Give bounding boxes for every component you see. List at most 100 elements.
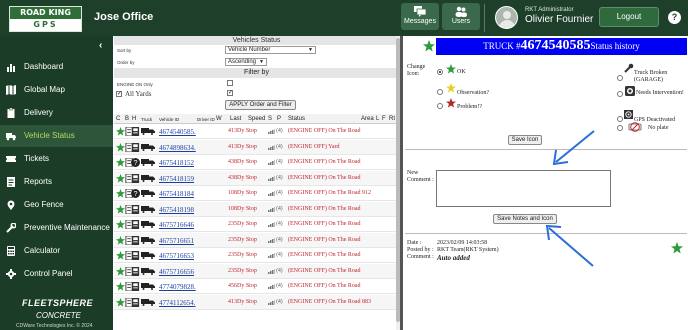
icon-option-ok-radio[interactable] xyxy=(437,69,443,75)
sidebar-item-delivery[interactable]: Delivery xyxy=(0,102,113,124)
vehicle-id-link[interactable]: 4674898634. xyxy=(159,144,196,152)
sidebar-item-vehicle-status[interactable]: Vehicle Status xyxy=(0,125,113,147)
col-h[interactable]: H xyxy=(132,116,136,122)
save-icon-button[interactable]: Save Icon xyxy=(508,135,542,145)
sidebar-item-control-panel[interactable]: Control Panel xyxy=(0,263,113,285)
col-f[interactable]: F xyxy=(382,116,386,122)
col-c[interactable]: C xyxy=(116,116,120,122)
avatar[interactable] xyxy=(495,6,518,29)
sidebar-item-tickets[interactable]: Tickets xyxy=(0,148,113,170)
table-row[interactable]: 4674540585. 413Dy Stop (4) (ENGINE OFF) On … xyxy=(114,124,399,139)
vehicle-id-link[interactable]: 4675716656 xyxy=(159,268,194,276)
col-w[interactable]: W xyxy=(216,116,222,122)
sidebar-item-preventive-maintenance[interactable]: Preventive Maintenance xyxy=(0,217,113,239)
icon-option-broken-radio[interactable] xyxy=(617,75,623,81)
sort-by-label: Sort by xyxy=(117,48,132,53)
col-l[interactable]: L xyxy=(376,116,379,122)
vehicle-status-text: (ENGINE OFF) On The Road xyxy=(288,205,361,212)
vehicle-id[interactable]: 4674540585 xyxy=(159,128,194,136)
sidebar-item-geo-fence[interactable]: Geo Fence xyxy=(0,194,113,216)
chevron-down-icon: ▼ xyxy=(259,59,264,65)
vehicle-id-link[interactable]: 4675418152 xyxy=(159,159,194,167)
icon-option-gps-radio[interactable] xyxy=(617,116,623,122)
vehicle-id[interactable]: 4675716656 xyxy=(159,268,194,276)
new-comment-textarea[interactable] xyxy=(436,170,611,207)
vehicle-id[interactable]: 4675418152 xyxy=(159,159,194,167)
vehicle-id[interactable]: 4675716653 xyxy=(159,252,194,260)
vehicle-id-link[interactable]: 4774079828. xyxy=(159,283,196,291)
users-button[interactable]: Users xyxy=(442,3,480,30)
vehicle-id[interactable]: 4774079828 xyxy=(159,283,194,291)
col-status[interactable]: Status xyxy=(288,116,305,122)
green-star-icon[interactable] xyxy=(116,297,125,307)
green-star-icon[interactable] xyxy=(116,235,125,245)
vehicle-id-link[interactable]: 4675418184 xyxy=(159,190,194,198)
green-star-icon[interactable] xyxy=(116,282,125,291)
vehicle-id-link[interactable]: 4675716646 xyxy=(159,221,194,229)
table-row[interactable]: 4675716656 235Dy Stop (4) (ENGINE OFF) On T… xyxy=(114,263,399,279)
vehicle-id-link[interactable]: 4675716653 xyxy=(159,252,194,260)
icon-option-problem-radio[interactable] xyxy=(437,103,443,109)
green-star-icon[interactable] xyxy=(116,173,125,183)
col-truck[interactable]: Truck xyxy=(141,117,152,122)
help-icon[interactable]: ? xyxy=(668,11,681,24)
vehicle-id[interactable]: 4675418159 xyxy=(159,175,194,183)
all-yards-checkbox[interactable] xyxy=(116,90,122,97)
table-row[interactable]: 4774112654. 413Dy Stop (4) (ENGINE OFF) On … xyxy=(114,294,399,310)
green-star-icon[interactable] xyxy=(116,251,125,260)
vehicle-id-link[interactable]: 4675716651 xyxy=(159,237,194,245)
col-last[interactable]: Last xyxy=(230,116,241,122)
green-star-icon[interactable] xyxy=(116,158,125,167)
icon-option-intervention-radio[interactable] xyxy=(617,91,623,97)
table-row[interactable]: 4774079828. 456Dy Stop (4) (ENGINE OFF) On … xyxy=(114,279,399,294)
green-star-icon[interactable] xyxy=(116,127,125,136)
green-star-icon[interactable] xyxy=(116,189,125,198)
col-vehicle-id[interactable]: Vehicle ID xyxy=(159,117,179,122)
vehicle-id[interactable]: 4675716646 xyxy=(159,221,194,229)
vehicle-id-link[interactable]: 4675418198 xyxy=(159,206,194,214)
messages-button[interactable]: Messages xyxy=(401,3,439,30)
table-row[interactable]: ? 4675418184 108Dy Stop (4) (ENGINE OFF) On … xyxy=(114,186,399,201)
col-area[interactable]: Area xyxy=(361,116,374,122)
col-driver-id[interactable]: Driver ID xyxy=(197,117,215,122)
green-star-icon[interactable] xyxy=(116,142,125,152)
green-star-icon[interactable] xyxy=(116,266,125,276)
sort-by-select[interactable]: Vehicle Number ▼ xyxy=(225,46,316,54)
table-row[interactable]: ? 4675418152 438Dy Stop (4) (ENGINE OFF) On … xyxy=(114,155,399,170)
table-row[interactable]: 4674898634. 413Dy Stop (4) (ENGINE OFF) Yar… xyxy=(114,139,399,155)
table-row[interactable]: 4675716653 235Dy Stop (4) (ENGINE OFF) On T… xyxy=(114,248,399,263)
col-rt[interactable]: Rt xyxy=(389,116,395,122)
road-king-logo[interactable]: ROAD KING GPS xyxy=(9,6,82,32)
green-star-icon[interactable] xyxy=(116,204,125,214)
icon-option-no-plate-radio[interactable] xyxy=(617,125,623,131)
sidebar-item-reports[interactable]: Reports xyxy=(0,171,113,193)
col-p[interactable]: P xyxy=(277,116,281,122)
apply-order-filter-button[interactable]: APPLY Order and Filter xyxy=(225,100,296,110)
sidebar-item-calculator[interactable]: Calculator xyxy=(0,240,113,262)
engine-on-checkbox[interactable] xyxy=(227,80,233,86)
order-by-select[interactable]: Ascending ▼ xyxy=(225,58,267,66)
vehicle-id[interactable]: 4675716651 xyxy=(159,237,194,245)
sidebar-item-dashboard[interactable]: Dashboard xyxy=(0,56,113,78)
table-row[interactable]: 4675716646 235Dy Stop (4) (ENGINE OFF) On T… xyxy=(114,217,399,232)
table-row[interactable]: 4675716651 235Dy Stop (4) (ENGINE OFF) On T… xyxy=(114,232,399,248)
vehicle-id-link[interactable]: 4675418159 xyxy=(159,175,194,183)
vehicle-id[interactable]: 4674898634 xyxy=(159,144,194,152)
vehicle-id[interactable]: 4675418198 xyxy=(159,206,194,214)
vehicle-id-link[interactable]: 4774112654. xyxy=(159,299,196,307)
collapse-sidebar-icon[interactable]: ‹ xyxy=(99,40,102,51)
green-star-icon[interactable] xyxy=(116,220,125,229)
vehicle-id-link[interactable]: 4674540585. xyxy=(159,128,196,136)
sidebar-item-global-map[interactable]: Global Map xyxy=(0,79,113,101)
col-b[interactable]: B xyxy=(125,116,129,122)
vehicle-id[interactable]: 4774112654 xyxy=(159,299,194,307)
logout-button[interactable]: Logout xyxy=(599,7,659,27)
vehicle-id[interactable]: 4675418184 xyxy=(159,190,194,198)
col-s[interactable]: S xyxy=(268,116,272,122)
yards-option-checkbox[interactable] xyxy=(227,89,233,96)
table-row[interactable]: 4675418159 438Dy Stop (4) (ENGINE OFF) On T… xyxy=(114,170,399,186)
garage-wrench-icon xyxy=(624,63,634,73)
col-speed[interactable]: Speed xyxy=(248,116,265,122)
icon-option-observation-radio[interactable] xyxy=(437,89,443,95)
table-row[interactable]: 4675418198 108Dy Stop (4) (ENGINE OFF) On T… xyxy=(114,201,399,217)
